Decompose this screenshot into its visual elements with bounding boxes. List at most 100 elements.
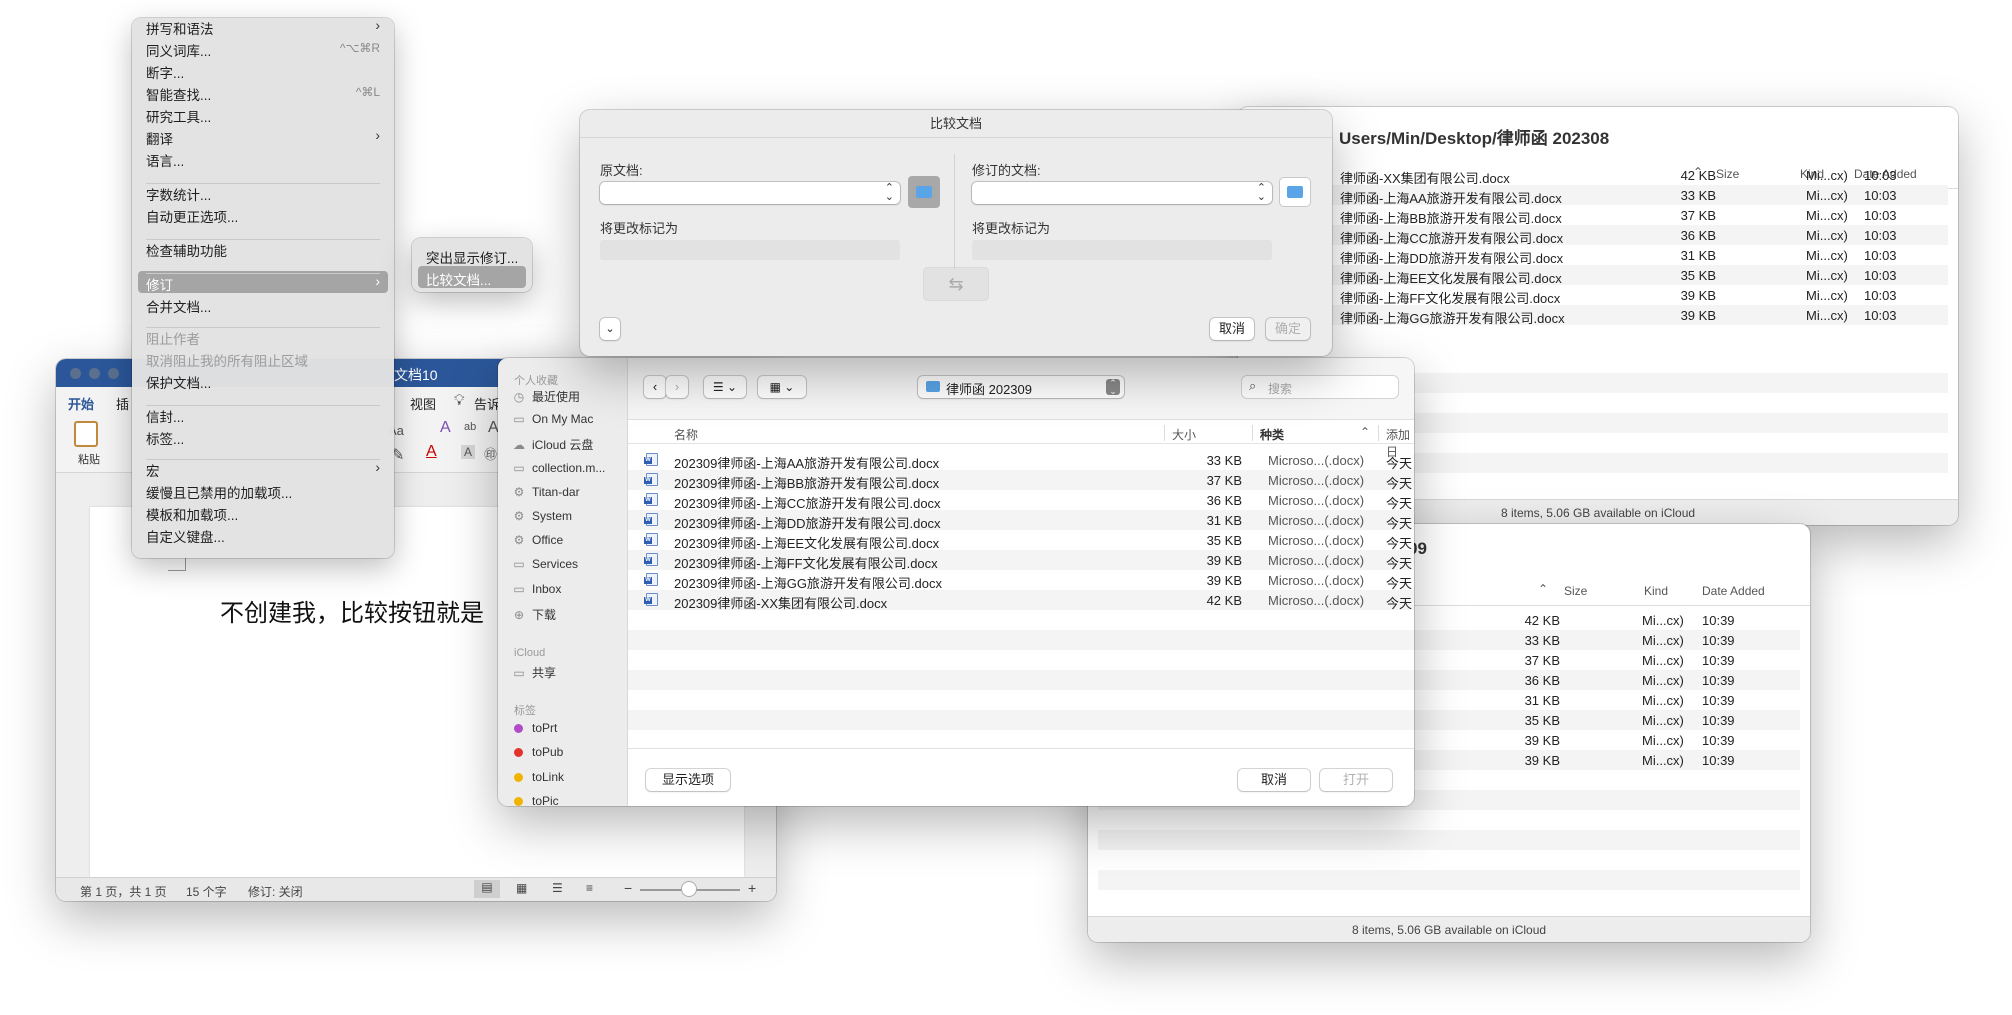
- sidebar-item[interactable]: ⚙ System: [512, 509, 572, 531]
- outline-view-icon[interactable]: ☰: [552, 881, 563, 895]
- menu-item[interactable]: 自动更正选项...: [138, 203, 388, 225]
- file-row[interactable]: 202309律师函-上海AA旅游开发有限公司.docx33 KBMicroso.…: [628, 450, 1414, 471]
- sidebar-tag[interactable]: toPrt: [512, 721, 557, 743]
- document-text[interactable]: 不创建我，比较按钮就是: [220, 593, 484, 628]
- file-row[interactable]: 律师函-上海GG旅游开发有限公司.docx 39 KB Mi...cx) 10:03: [1248, 305, 1948, 326]
- compare-cancel-button[interactable]: 取消: [1210, 318, 1254, 340]
- sidebar-item[interactable]: ◷ 最近使用: [512, 388, 580, 410]
- close-window-icon[interactable]: [70, 368, 81, 379]
- file-row[interactable]: 202309律师函-上海BB旅游开发有限公司.docx37 KBMicroso.…: [628, 470, 1414, 491]
- sidebar-item[interactable]: ▭ Inbox: [512, 582, 561, 604]
- group-by-button[interactable]: ▦ ⌄: [758, 376, 806, 398]
- file-row[interactable]: 律师函-上海AA旅游开发有限公司.docx 33 KB Mi...cx) 10:03: [1248, 185, 1948, 206]
- zoom-window-icon[interactable]: [108, 368, 119, 379]
- minimize-window-icon[interactable]: [89, 368, 100, 379]
- mark-changes-field-left[interactable]: [600, 240, 900, 260]
- forward-button[interactable]: ›: [666, 376, 688, 398]
- file-row[interactable]: 律师函-上海CC旅游开发有限公司.docx 36 KB Mi...cx) 10:03: [1248, 225, 1948, 246]
- menu-item[interactable]: 语言...: [138, 147, 388, 169]
- revised-document-popup[interactable]: ⌃ ⌄: [972, 182, 1272, 204]
- change-case-icon[interactable]: ab: [464, 421, 476, 433]
- tab-insert[interactable]: 插: [116, 394, 129, 413]
- paste-label[interactable]: 粘贴: [78, 451, 100, 467]
- zoom-out-icon[interactable]: −: [624, 880, 632, 896]
- menu-item[interactable]: 模板和加载项...: [138, 501, 388, 523]
- sidebar-item[interactable]: ▭ Services: [512, 557, 578, 579]
- menu-item[interactable]: 缓慢且已禁用的加载项...: [138, 479, 388, 501]
- sidebar-item[interactable]: ⚙ Titan-dar: [512, 485, 580, 507]
- tab-tell-me[interactable]: 告诉: [474, 394, 500, 413]
- open-button[interactable]: 打开: [1320, 769, 1392, 791]
- mark-changes-field-right[interactable]: [972, 240, 1272, 260]
- cancel-button[interactable]: 取消: [1238, 769, 1310, 791]
- back-button[interactable]: ‹: [644, 376, 666, 398]
- expand-options-button[interactable]: ⌄: [600, 318, 620, 340]
- column-name[interactable]: 名称: [674, 426, 698, 443]
- sidebar-item[interactable]: ☁ iCloud 云盘: [512, 436, 593, 458]
- file-row[interactable]: 律师函-上海DD旅游开发有限公司.docx 31 KB Mi...cx) 10:03: [1248, 245, 1948, 266]
- zoom-slider-thumb[interactable]: [682, 882, 696, 896]
- menu-item[interactable]: 字数统计...: [138, 181, 388, 203]
- sidebar-item[interactable]: ▭ On My Mac: [512, 412, 593, 434]
- draft-view-icon[interactable]: ≡: [586, 881, 593, 895]
- menu-item[interactable]: 研究工具...: [138, 103, 388, 125]
- menu-item[interactable]: 同义词库... ^⌥⌘R: [138, 37, 388, 59]
- column-size[interactable]: 大小: [1172, 426, 1196, 443]
- menu-item[interactable]: 合并文档...: [138, 293, 388, 315]
- file-row[interactable]: 律师函-上海EE文化发展有限公司.docx 35 KB Mi...cx) 10:03: [1248, 265, 1948, 286]
- sort-ascending-icon[interactable]: ⌃: [1538, 582, 1548, 596]
- menu-item[interactable]: 检查辅助功能: [138, 237, 388, 259]
- status-words[interactable]: 15 个字: [186, 883, 227, 900]
- sidebar-tag[interactable]: toPic: [512, 794, 559, 806]
- menu-item[interactable]: 宏 ›: [138, 457, 388, 479]
- file-row[interactable]: 202309律师函-上海GG旅游开发有限公司.docx39 KBMicroso.…: [628, 570, 1414, 591]
- search-field[interactable]: ⌕ 搜索: [1242, 376, 1398, 398]
- list-view-button[interactable]: ☰ ⌄: [704, 376, 746, 398]
- file-row[interactable]: 律师函-上海BB旅游开发有限公司.docx 37 KB Mi...cx) 10:03: [1248, 205, 1948, 226]
- original-folder-button[interactable]: [908, 176, 940, 208]
- sidebar-item[interactable]: ▭ 共享: [512, 664, 556, 686]
- menu-item[interactable]: 智能查找... ^⌘L: [138, 81, 388, 103]
- original-document-popup[interactable]: ⌃ ⌄: [600, 182, 900, 204]
- location-popup[interactable]: 律师函 202309 ⌃ ⌄: [918, 376, 1124, 398]
- tab-home[interactable]: 开始: [68, 394, 95, 417]
- web-layout-icon[interactable]: ▦: [516, 881, 527, 895]
- column-kind[interactable]: Kind: [1644, 584, 1668, 598]
- sidebar-item[interactable]: ⊕ 下载: [512, 606, 556, 628]
- menu-item[interactable]: 保护文档...: [138, 369, 388, 391]
- compare-ok-button[interactable]: 确定: [1266, 318, 1310, 340]
- show-options-button[interactable]: 显示选项: [646, 769, 730, 791]
- file-row[interactable]: 202309律师函-上海DD旅游开发有限公司.docx31 KBMicroso.…: [628, 510, 1414, 531]
- file-row[interactable]: 202309律师函-上海FF文化发展有限公司.docx39 KBMicroso.…: [628, 550, 1414, 571]
- file-row[interactable]: 律师函-上海FF文化发展有限公司.docx 39 KB Mi...cx) 10:03: [1248, 285, 1948, 306]
- menu-item[interactable]: 取消阻止我的所有阻止区域: [138, 347, 388, 369]
- font-color-icon[interactable]: A: [426, 443, 437, 461]
- menu-item[interactable]: 阻止作者: [138, 325, 388, 347]
- file-row[interactable]: 律师函-XX集团有限公司.docx 42 KB Mi...cx) 10:03: [1248, 165, 1948, 186]
- print-layout-icon[interactable]: ▤: [474, 880, 500, 898]
- file-row[interactable]: 202309律师函-上海CC旅游开发有限公司.docx36 KBMicroso.…: [628, 490, 1414, 511]
- submenu-item[interactable]: 比较文档...: [418, 266, 526, 288]
- menu-item[interactable]: 标签...: [138, 425, 388, 447]
- sidebar-item[interactable]: ▭ collection.m...: [512, 461, 605, 483]
- menu-item[interactable]: 自定义键盘...: [138, 523, 388, 545]
- paste-icon[interactable]: [74, 421, 98, 447]
- tab-view[interactable]: 视图: [410, 394, 436, 413]
- status-track-changes[interactable]: 修订: 关闭: [248, 883, 303, 900]
- menu-item[interactable]: 信封...: [138, 403, 388, 425]
- menu-item[interactable]: 修订 ›: [138, 271, 388, 293]
- menu-item[interactable]: 翻译 ›: [138, 125, 388, 147]
- column-size[interactable]: Size: [1564, 584, 1587, 598]
- column-kind[interactable]: 种类: [1260, 426, 1284, 443]
- file-row[interactable]: 202309律师函-XX集团有限公司.docx42 KBMicroso...(.…: [628, 590, 1414, 611]
- sidebar-item[interactable]: ⚙ Office: [512, 533, 564, 555]
- char-shading-icon[interactable]: A: [461, 445, 476, 459]
- revised-folder-button[interactable]: [1280, 178, 1310, 206]
- lightbulb-icon[interactable]: 💡︎: [454, 392, 465, 409]
- enclose-char-icon[interactable]: ㊞: [484, 444, 497, 463]
- zoom-in-icon[interactable]: +: [748, 880, 756, 896]
- text-effects-icon[interactable]: A: [440, 419, 451, 437]
- submenu-item[interactable]: 突出显示修订...: [418, 244, 526, 266]
- menu-item[interactable]: 断字...: [138, 59, 388, 81]
- menu-item[interactable]: 拼写和语法 ›: [138, 15, 388, 37]
